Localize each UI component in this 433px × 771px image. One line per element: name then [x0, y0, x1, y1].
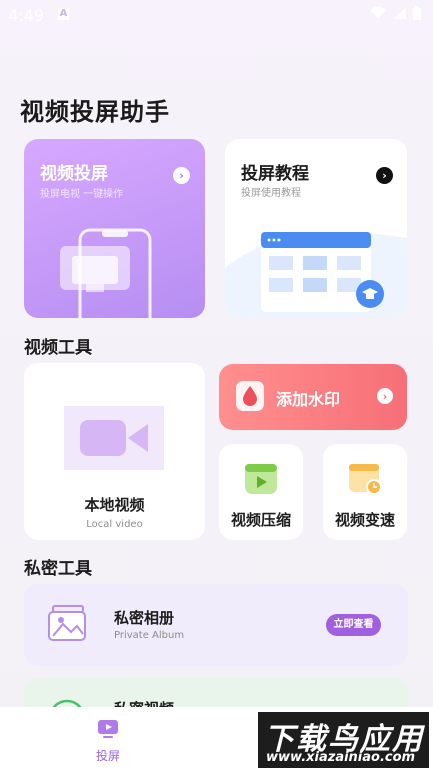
- wifi-icon: [370, 6, 386, 19]
- watermark-url-text: www.xiazainiao.com: [266, 750, 416, 765]
- local-video-title: 本地视频: [84, 496, 145, 514]
- status-bar: 4:49 A: [0, 0, 433, 30]
- status-time: 4:49: [8, 6, 44, 25]
- video-compress-card[interactable]: 视频压缩: [219, 444, 303, 540]
- notification-icon: A: [58, 8, 69, 20]
- chevron-right-icon[interactable]: ›: [173, 167, 190, 184]
- tab-screen-cast[interactable]: 投屏: [86, 719, 130, 769]
- screen-cast-icon: [60, 228, 152, 318]
- video-speed-title: 视频变速: [334, 511, 395, 529]
- video-tools-heading: 视频工具: [24, 338, 92, 358]
- battery-icon: [413, 6, 421, 20]
- screen-cast-subtitle: 投屏电视 一键操作: [40, 189, 124, 200]
- view-now-button[interactable]: 立即查看: [326, 614, 381, 636]
- chevron-right-icon[interactable]: ›: [376, 167, 393, 184]
- chevron-right-icon[interactable]: ›: [377, 388, 393, 404]
- screen-cast-card[interactable]: 视频投屏 投屏电视 一键操作 ›: [24, 139, 205, 318]
- screen-cast-title: 视频投屏: [40, 164, 108, 184]
- tab-label: 投屏: [95, 749, 120, 763]
- local-video-card[interactable]: 本地视频 Local video: [24, 363, 205, 540]
- play-icon: [245, 464, 277, 494]
- site-watermark-logo: 下载鸟应用 www.xiazainiao.com: [258, 712, 429, 768]
- video-camera-icon: [64, 406, 164, 470]
- video-compress-title: 视频压缩: [230, 511, 291, 529]
- add-watermark-card[interactable]: 添加水印 ›: [219, 364, 407, 430]
- local-video-subtitle: Local video: [86, 519, 143, 530]
- page-title: 视频投屏助手: [20, 98, 170, 126]
- clock-icon: [349, 464, 382, 495]
- private-album-subtitle: Private Album: [114, 630, 185, 641]
- tutorial-illustration-icon: [225, 232, 407, 318]
- screen-cast-icon: [98, 720, 118, 738]
- status-icons: [369, 6, 421, 20]
- tutorial-card[interactable]: 投屏教程 投屏使用教程 ›: [225, 139, 407, 318]
- private-album-title: 私密相册: [114, 609, 175, 627]
- private-album-card[interactable]: 私密相册 Private Album 立即查看: [24, 584, 408, 666]
- add-watermark-title: 添加水印: [276, 390, 341, 409]
- water-drop-icon: [236, 381, 264, 411]
- tutorial-subtitle: 投屏使用教程: [241, 188, 301, 199]
- video-speed-card[interactable]: 视频变速: [323, 444, 407, 540]
- photo-album-icon: [48, 605, 86, 641]
- tutorial-title: 投屏教程: [241, 164, 309, 184]
- signal-icon: [394, 7, 406, 19]
- private-tools-heading: 私密工具: [24, 559, 92, 579]
